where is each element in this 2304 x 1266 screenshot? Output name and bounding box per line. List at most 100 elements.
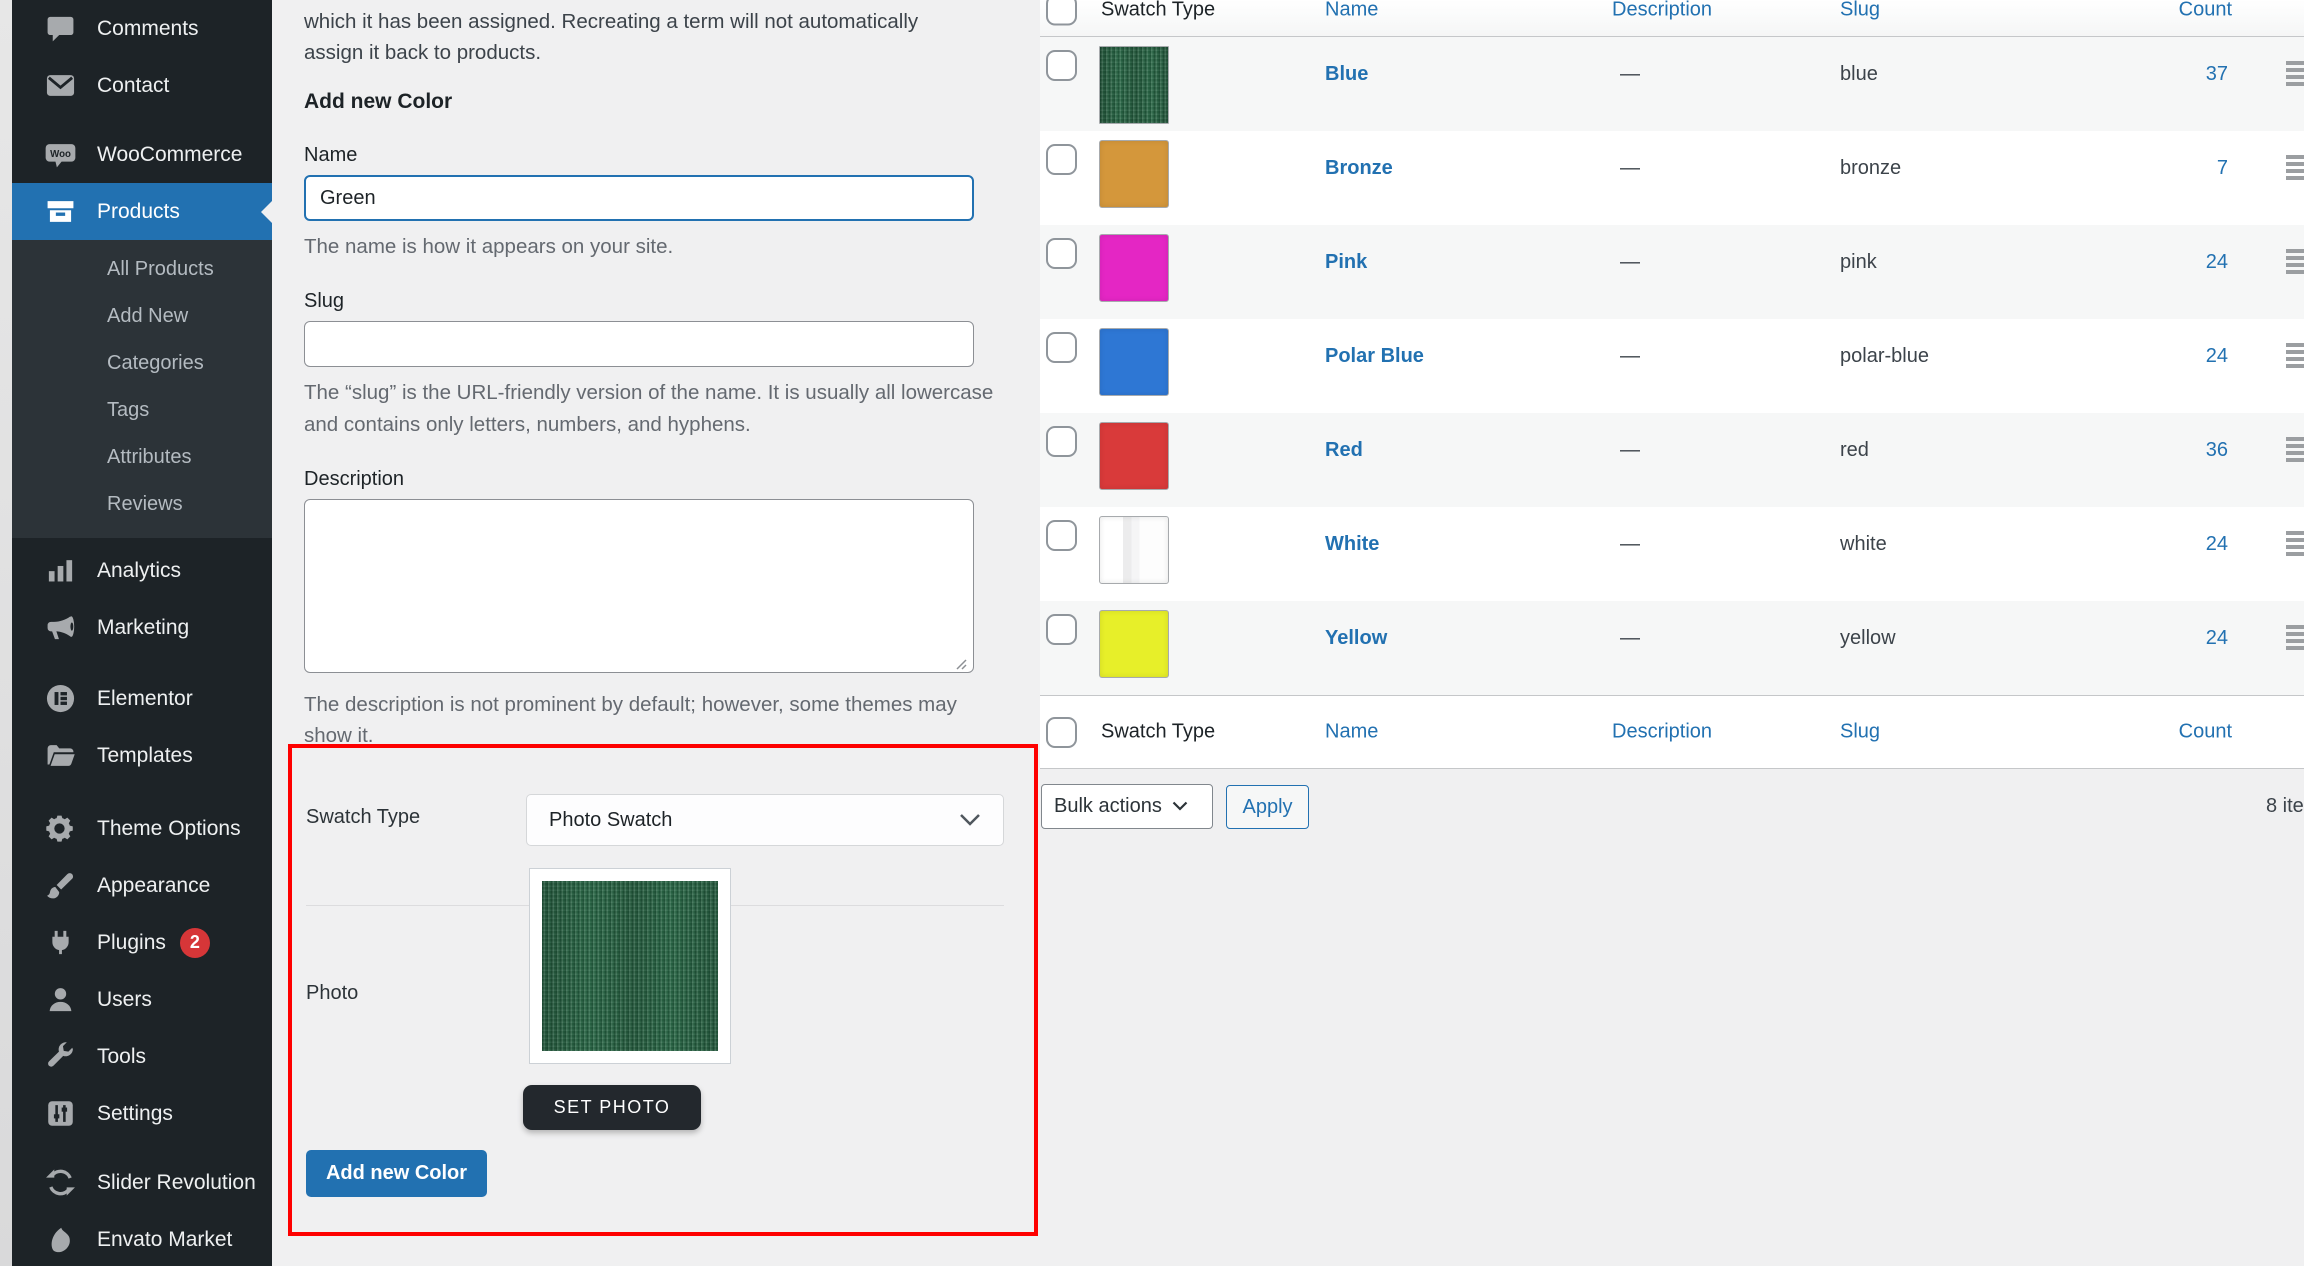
- row-checkbox[interactable]: [1046, 238, 1077, 269]
- column-header-name[interactable]: Name: [1325, 0, 1378, 22]
- name-input[interactable]: [304, 175, 974, 221]
- table-header-row: Swatch Type Name Description Slug Count: [1040, 0, 2304, 37]
- term-name-link[interactable]: Bronze: [1325, 157, 1393, 180]
- sidebar-item-marketing[interactable]: Marketing: [12, 599, 272, 656]
- term-name-link[interactable]: Pink: [1325, 251, 1367, 274]
- drag-handle-icon[interactable]: [2286, 249, 2304, 277]
- column-footer-slug[interactable]: Slug: [1840, 721, 1880, 744]
- row-checkbox[interactable]: [1046, 520, 1077, 551]
- bulk-actions-select[interactable]: Bulk actions: [1041, 784, 1213, 829]
- sidebar-item-contact[interactable]: Contact: [12, 57, 272, 114]
- term-name-link[interactable]: Polar Blue: [1325, 345, 1424, 368]
- sidebar-item-label: Elementor: [97, 687, 193, 711]
- theme-options-icon: [45, 813, 76, 844]
- column-header-slug[interactable]: Slug: [1840, 0, 1880, 22]
- term-name-link[interactable]: Red: [1325, 439, 1363, 462]
- term-count-link[interactable]: 24: [2206, 345, 2228, 368]
- set-photo-button[interactable]: SET PHOTO: [523, 1085, 701, 1130]
- sidebar-item-elementor[interactable]: Elementor: [12, 670, 272, 727]
- term-description: —: [1620, 345, 1640, 368]
- marketing-icon: [45, 612, 76, 643]
- add-new-color-button[interactable]: Add new Color: [306, 1150, 487, 1197]
- table-row: Red — red 36: [1040, 413, 2304, 507]
- sidebar-item-woocommerce[interactable]: Woo WooCommerce: [12, 126, 272, 183]
- sidebar-item-users[interactable]: Users: [12, 971, 272, 1028]
- drag-handle-icon[interactable]: [2286, 531, 2304, 559]
- sidebar-subitem-tags[interactable]: Tags: [12, 387, 272, 434]
- drag-handle-icon[interactable]: [2286, 61, 2304, 89]
- term-count-link[interactable]: 7: [2217, 157, 2228, 180]
- drag-handle-icon[interactable]: [2286, 155, 2304, 183]
- swatch-thumbnail: [1099, 328, 1169, 396]
- row-checkbox[interactable]: [1046, 426, 1077, 457]
- sidebar-item-label: Plugins: [97, 931, 166, 955]
- swatch-type-value: Photo Swatch: [549, 809, 672, 832]
- description-textarea[interactable]: [304, 499, 974, 673]
- row-checkbox[interactable]: [1046, 50, 1077, 81]
- drag-handle-icon[interactable]: [2286, 625, 2304, 653]
- description-help: The description is not prominent by defa…: [304, 689, 1004, 751]
- row-checkbox[interactable]: [1046, 144, 1077, 175]
- apply-button[interactable]: Apply: [1226, 785, 1309, 829]
- term-name-link[interactable]: Yellow: [1325, 627, 1387, 650]
- column-header-count[interactable]: Count: [2179, 0, 2232, 22]
- sidebar-item-products[interactable]: Products: [12, 183, 272, 240]
- sidebar-subitem-categories[interactable]: Categories: [12, 340, 272, 387]
- users-icon: [45, 984, 76, 1015]
- sidebar-subitem-attributes[interactable]: Attributes: [12, 434, 272, 481]
- sidebar-item-label: Slider Revolution: [97, 1171, 256, 1195]
- slug-input[interactable]: [304, 321, 974, 367]
- table-row: Yellow — yellow 24: [1040, 601, 2304, 695]
- select-all-checkbox[interactable]: [1046, 717, 1077, 748]
- table-body: Blue — blue 37 Bronze — bronze 7 Pink — …: [1040, 37, 2304, 695]
- sidebar-subitem-add-new[interactable]: Add New: [12, 293, 272, 340]
- row-checkbox[interactable]: [1046, 614, 1077, 645]
- sidebar-item-settings[interactable]: Settings: [12, 1085, 272, 1142]
- select-all-checkbox[interactable]: [1046, 0, 1077, 26]
- term-count-link[interactable]: 24: [2206, 251, 2228, 274]
- sidebar-item-plugins[interactable]: Plugins 2: [12, 914, 272, 971]
- swatch-thumbnail: [1099, 610, 1169, 678]
- term-note-text: which it has been assigned. Recreating a…: [304, 6, 982, 68]
- row-checkbox[interactable]: [1046, 332, 1077, 363]
- admin-sidebar: Comments Contact Woo WooCommerce Product…: [12, 0, 272, 1266]
- column-header-description[interactable]: Description: [1612, 0, 1712, 22]
- column-footer-description[interactable]: Description: [1612, 721, 1712, 744]
- term-description: —: [1620, 533, 1640, 556]
- sidebar-subitem-all-products[interactable]: All Products: [12, 246, 272, 293]
- drag-handle-icon[interactable]: [2286, 437, 2304, 465]
- elementor-icon: [45, 683, 76, 714]
- term-description: —: [1620, 157, 1640, 180]
- add-color-form: which it has been assigned. Recreating a…: [272, 0, 1040, 1266]
- drag-handle-icon[interactable]: [2286, 343, 2304, 371]
- table-row: White — white 24: [1040, 507, 2304, 601]
- column-footer-name[interactable]: Name: [1325, 721, 1378, 744]
- sidebar-item-comments[interactable]: Comments: [12, 0, 272, 57]
- column-footer-count[interactable]: Count: [2179, 721, 2232, 744]
- term-count-link[interactable]: 37: [2206, 63, 2228, 86]
- chevron-down-icon: [1172, 801, 1188, 812]
- table-row: Pink — pink 24: [1040, 225, 2304, 319]
- swatch-thumbnail: [1099, 516, 1169, 584]
- term-slug: red: [1840, 439, 1869, 462]
- sidebar-item-theme-options[interactable]: Theme Options: [12, 800, 272, 857]
- term-name-link[interactable]: Blue: [1325, 63, 1368, 86]
- sidebar-item-analytics[interactable]: Analytics: [12, 542, 272, 599]
- sidebar-item-envato-market[interactable]: Envato Market: [12, 1211, 272, 1266]
- sidebar-subitem-reviews[interactable]: Reviews: [12, 481, 272, 528]
- term-name-link[interactable]: White: [1325, 533, 1379, 556]
- swatch-type-select[interactable]: Photo Swatch: [526, 794, 1004, 846]
- term-count-link[interactable]: 24: [2206, 533, 2228, 556]
- term-count-link[interactable]: 36: [2206, 439, 2228, 462]
- svg-text:Woo: Woo: [50, 149, 71, 160]
- form-heading: Add new Color: [304, 90, 1040, 114]
- chevron-down-icon: [959, 813, 981, 827]
- column-footer-swatch-type: Swatch Type: [1101, 721, 1215, 744]
- sidebar-item-appearance[interactable]: Appearance: [12, 857, 272, 914]
- term-count-link[interactable]: 24: [2206, 627, 2228, 650]
- sidebar-item-slider-revolution[interactable]: Slider Revolution: [12, 1154, 272, 1211]
- sidebar-item-tools[interactable]: Tools: [12, 1028, 272, 1085]
- sidebar-item-templates[interactable]: Templates: [12, 727, 272, 784]
- slider-revolution-icon: [45, 1167, 76, 1198]
- tools-icon: [45, 1041, 76, 1072]
